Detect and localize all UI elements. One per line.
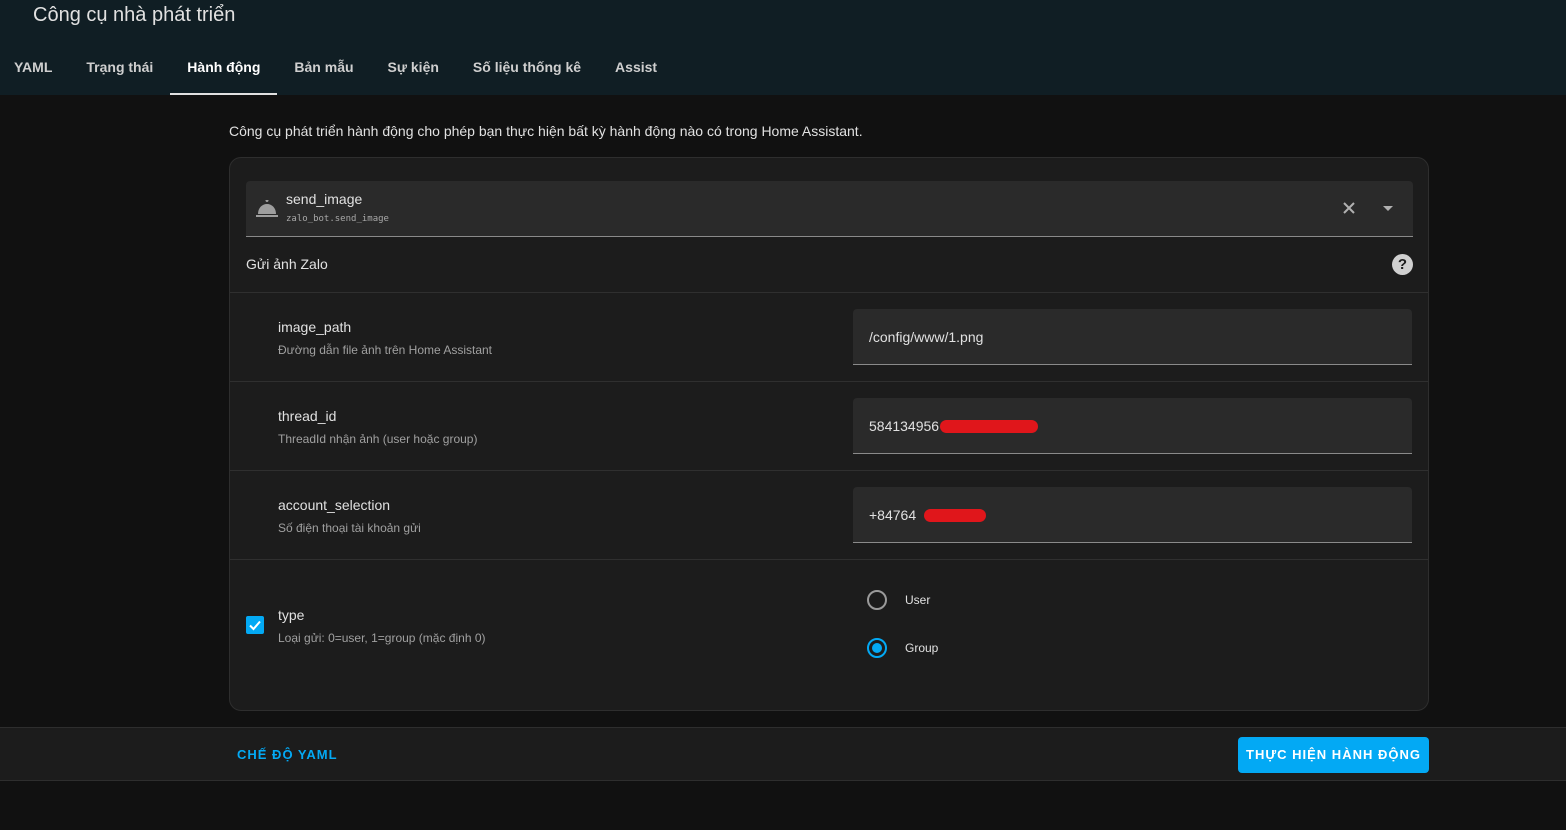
- thread-id-input[interactable]: 584134956: [853, 398, 1412, 454]
- bell-service-icon: [256, 200, 278, 217]
- field-name: type: [278, 607, 305, 623]
- tab-events[interactable]: Sự kiện: [371, 48, 456, 95]
- field-description: ThreadId nhận ảnh (user hoặc group): [278, 432, 478, 446]
- tab-templates[interactable]: Bản mẫu: [277, 48, 370, 95]
- radio-user[interactable]: [867, 590, 887, 610]
- field-name: account_selection: [278, 497, 391, 513]
- tab-states[interactable]: Trạng thái: [69, 48, 170, 95]
- action-picker[interactable]: send_image zalo_bot.send_image: [246, 181, 1413, 237]
- account-selection-value: +84764: [869, 507, 917, 523]
- tab-assist[interactable]: Assist: [598, 48, 674, 95]
- field-row-image-path: image_path Đường dẫn file ảnh trên Home …: [230, 292, 1428, 381]
- tab-yaml[interactable]: YAML: [0, 48, 69, 95]
- field-row-thread-id: thread_id ThreadId nhận ảnh (user hoặc g…: [230, 381, 1428, 470]
- radio-group[interactable]: [867, 638, 887, 658]
- field-row-type: type Loại gửi: 0=user, 1=group (mặc định…: [230, 559, 1428, 710]
- image-path-input[interactable]: /config/www/1.png: [853, 309, 1412, 365]
- field-row-account-selection: account_selection Số điện thoại tài khoả…: [230, 470, 1428, 559]
- field-name: thread_id: [278, 408, 337, 424]
- thread-id-value: 584134956: [869, 418, 940, 434]
- field-description: Loại gửi: 0=user, 1=group (mặc định 0): [278, 631, 486, 645]
- yaml-mode-button[interactable]: CHẾ ĐỘ YAML: [237, 747, 338, 762]
- action-name: send_image: [286, 191, 363, 207]
- field-description: Số điện thoại tài khoản gửi: [278, 521, 421, 535]
- help-icon[interactable]: ?: [1392, 254, 1413, 275]
- field-description: Đường dẫn file ảnh trên Home Assistant: [278, 343, 493, 357]
- top-app-bar: Công cụ nhà phát triển YAML Trạng thái H…: [0, 0, 1566, 95]
- action-id: zalo_bot.send_image: [286, 214, 389, 224]
- redaction-mark: [940, 420, 1038, 433]
- action-card: send_image zalo_bot.send_image Gửi ảnh Z…: [229, 157, 1429, 711]
- tab-bar: YAML Trạng thái Hành động Bản mẫu Sự kiệ…: [0, 48, 674, 95]
- check-icon: [249, 620, 261, 631]
- service-title: Gửi ảnh Zalo: [246, 256, 328, 272]
- radio-label-user: User: [905, 593, 931, 607]
- run-action-button[interactable]: THỰC HIỆN HÀNH ĐỘNG: [1238, 737, 1429, 773]
- chevron-down-icon[interactable]: [1381, 203, 1395, 213]
- radio-label-group: Group: [905, 641, 939, 655]
- bottom-action-bar: CHẾ ĐỘ YAML THỰC HIỆN HÀNH ĐỘNG: [0, 727, 1566, 781]
- field-name: image_path: [278, 319, 352, 335]
- close-icon[interactable]: [1340, 199, 1358, 217]
- page-title: Công cụ nhà phát triển: [33, 4, 236, 26]
- tab-statistics[interactable]: Số liệu thống kê: [456, 48, 598, 95]
- tab-actions[interactable]: Hành động: [170, 48, 278, 95]
- redaction-mark: [924, 509, 986, 522]
- type-enable-checkbox[interactable]: [246, 616, 264, 634]
- page-description: Công cụ phát triển hành động cho phép bạ…: [229, 123, 863, 139]
